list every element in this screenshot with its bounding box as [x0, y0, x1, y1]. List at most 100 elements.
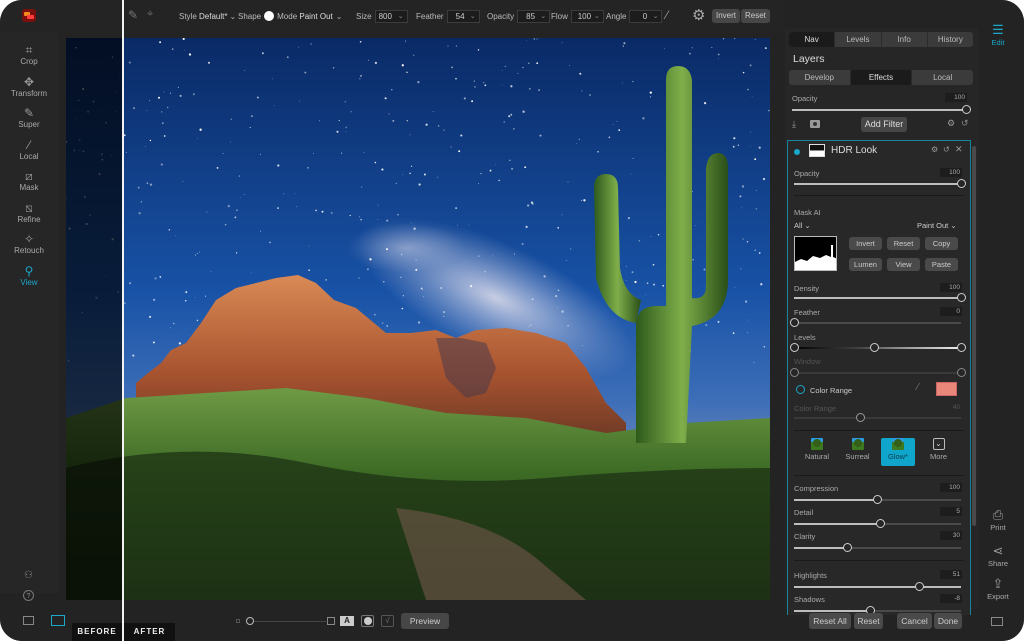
compression-slider[interactable] — [794, 495, 961, 504]
text-overlay-icon[interactable]: A — [340, 616, 354, 626]
zoom-slider-knob[interactable] — [246, 617, 254, 625]
lumen-mask-button[interactable]: Lumen — [849, 258, 882, 271]
style-control[interactable]: Style Default* ⌄ — [179, 9, 236, 23]
feather-input[interactable]: 54 ⌄ — [446, 9, 480, 23]
slider-knob[interactable] — [876, 519, 886, 528]
invert-mask-button[interactable]: Invert — [849, 237, 882, 250]
share-button[interactable]: ⋖ Share — [978, 543, 1018, 568]
mask-icon[interactable] — [810, 120, 820, 128]
tab-effects[interactable]: Effects — [850, 70, 913, 85]
paste-mask-button[interactable]: Paste — [925, 258, 958, 271]
undo-icon[interactable]: ↺ — [961, 118, 969, 129]
opacity-input[interactable]: 85 ⌄ — [517, 9, 551, 23]
color-range-value[interactable]: 40 — [940, 403, 962, 412]
tool-local[interactable]: ⁄ Local — [0, 138, 58, 161]
mask-mode-dropdown[interactable]: Paint Out ⌄ — [917, 221, 957, 230]
levels-mid-knob[interactable] — [869, 343, 879, 352]
overlay-icon[interactable]: √ — [381, 615, 394, 627]
slider-knob[interactable] — [873, 495, 882, 504]
highlights-slider[interactable] — [794, 582, 961, 591]
gear-icon[interactable]: ⚙ — [947, 118, 955, 129]
magic-wand-icon[interactable]: ⁄ — [666, 8, 668, 22]
tab-develop[interactable]: Develop — [789, 70, 851, 85]
angle-input[interactable]: 0 ⌄ — [629, 9, 663, 23]
levels-slider[interactable] — [789, 343, 966, 352]
tab-levels[interactable]: Levels — [835, 32, 882, 47]
size-control[interactable]: Size 800 ⌄ — [356, 9, 408, 23]
shadows-value[interactable]: -8 — [940, 594, 962, 603]
style-dropdown[interactable]: Default* — [199, 12, 227, 21]
brush-icon[interactable]: ✎ — [128, 8, 138, 22]
window-low-knob[interactable] — [789, 368, 799, 377]
reset-button[interactable]: Reset — [854, 613, 883, 629]
help-icon[interactable]: ? — [23, 590, 34, 601]
tab-nav[interactable]: Nav — [789, 32, 836, 47]
brush-shape-circle[interactable] — [264, 11, 275, 21]
invert-button[interactable]: Invert — [712, 9, 741, 23]
feather-slider[interactable] — [789, 318, 961, 327]
print-button[interactable]: ⎙ Print — [978, 507, 1018, 532]
shadows-slider[interactable] — [794, 606, 961, 615]
tab-info[interactable]: Info — [882, 32, 928, 47]
cancel-button[interactable]: Cancel — [897, 613, 932, 629]
flow-control[interactable]: Flow 100 ⌄ — [551, 9, 604, 23]
feather-control[interactable]: Feather 54 ⌄ — [416, 9, 480, 23]
slider-knob[interactable] — [961, 105, 971, 114]
add-filter-button[interactable]: Add Filter — [861, 117, 907, 132]
slider-knob[interactable] — [914, 582, 924, 591]
photo-canvas[interactable] — [66, 38, 770, 600]
angle-control[interactable]: Angle 0 ⌄ — [606, 9, 663, 23]
slider-knob[interactable] — [956, 293, 966, 302]
export-button[interactable]: ⇪ Export — [978, 576, 1018, 601]
tool-view[interactable]: ⚲ View — [0, 264, 58, 287]
preset-glow[interactable]: Glow* — [881, 438, 915, 466]
close-icon[interactable]: ✕ — [955, 144, 963, 155]
color-range-slider[interactable] — [794, 413, 961, 422]
account-icon[interactable]: ⚇ — [23, 570, 34, 581]
tool-retouch[interactable]: ✧ Retouch — [0, 232, 58, 255]
tab-history[interactable]: History — [928, 32, 973, 47]
detail-value[interactable]: 5 — [940, 507, 962, 516]
mask-scope-dropdown[interactable]: All ⌄ — [794, 221, 811, 230]
feather-value[interactable]: 0 — [940, 307, 962, 316]
color-swatch[interactable] — [936, 382, 957, 396]
tool-refine[interactable]: ⧅ Refine — [0, 201, 58, 224]
slider-knob[interactable] — [789, 318, 799, 327]
done-button[interactable]: Done — [934, 613, 962, 629]
pen-tool-icon[interactable]: ⌖ — [147, 8, 153, 21]
reset-button[interactable]: Reset — [741, 9, 770, 23]
opacity-control[interactable]: Opacity 85 ⌄ — [487, 9, 551, 23]
detail-slider[interactable] — [794, 519, 961, 528]
import-icon[interactable]: ⤓ — [792, 119, 796, 130]
compression-value[interactable]: 100 — [940, 483, 962, 492]
preview-button[interactable]: Preview — [401, 613, 449, 629]
density-slider[interactable] — [794, 293, 966, 302]
panel-scrollbar[interactable] — [972, 146, 976, 526]
clarity-slider[interactable] — [794, 543, 961, 552]
before-after-split-handle[interactable] — [122, 0, 124, 641]
single-view-icon[interactable] — [51, 615, 65, 626]
mode-dropdown[interactable]: Paint Out — [299, 12, 332, 21]
view-mask-button[interactable]: View — [887, 258, 920, 271]
undo-icon[interactable]: ↺ — [943, 145, 950, 154]
window-high-knob[interactable] — [956, 368, 966, 377]
slider-knob[interactable] — [842, 543, 852, 552]
density-value[interactable]: 100 — [940, 283, 962, 292]
panel-toggle-icon[interactable] — [23, 616, 34, 625]
filter-opacity-slider[interactable] — [794, 179, 966, 188]
panel-toggle-icon[interactable] — [991, 617, 1003, 626]
opacity-slider[interactable] — [792, 105, 971, 114]
eyedropper-icon[interactable]: ⁄ — [917, 382, 919, 393]
reset-all-button[interactable]: Reset All — [809, 613, 851, 629]
preset-more[interactable]: ⌄ More — [922, 438, 956, 466]
levels-black-knob[interactable] — [789, 343, 799, 352]
color-range-toggle[interactable] — [796, 385, 805, 394]
window-slider[interactable] — [789, 368, 966, 377]
gear-icon[interactable]: ⚙ — [692, 6, 705, 24]
preset-natural[interactable]: Natural — [800, 438, 834, 466]
levels-white-knob[interactable] — [956, 343, 966, 352]
slider-knob[interactable] — [856, 413, 866, 422]
mask-view-icon[interactable] — [361, 615, 374, 627]
flow-input[interactable]: 100 ⌄ — [570, 9, 604, 23]
filter-opacity-value[interactable]: 100 — [940, 168, 962, 177]
